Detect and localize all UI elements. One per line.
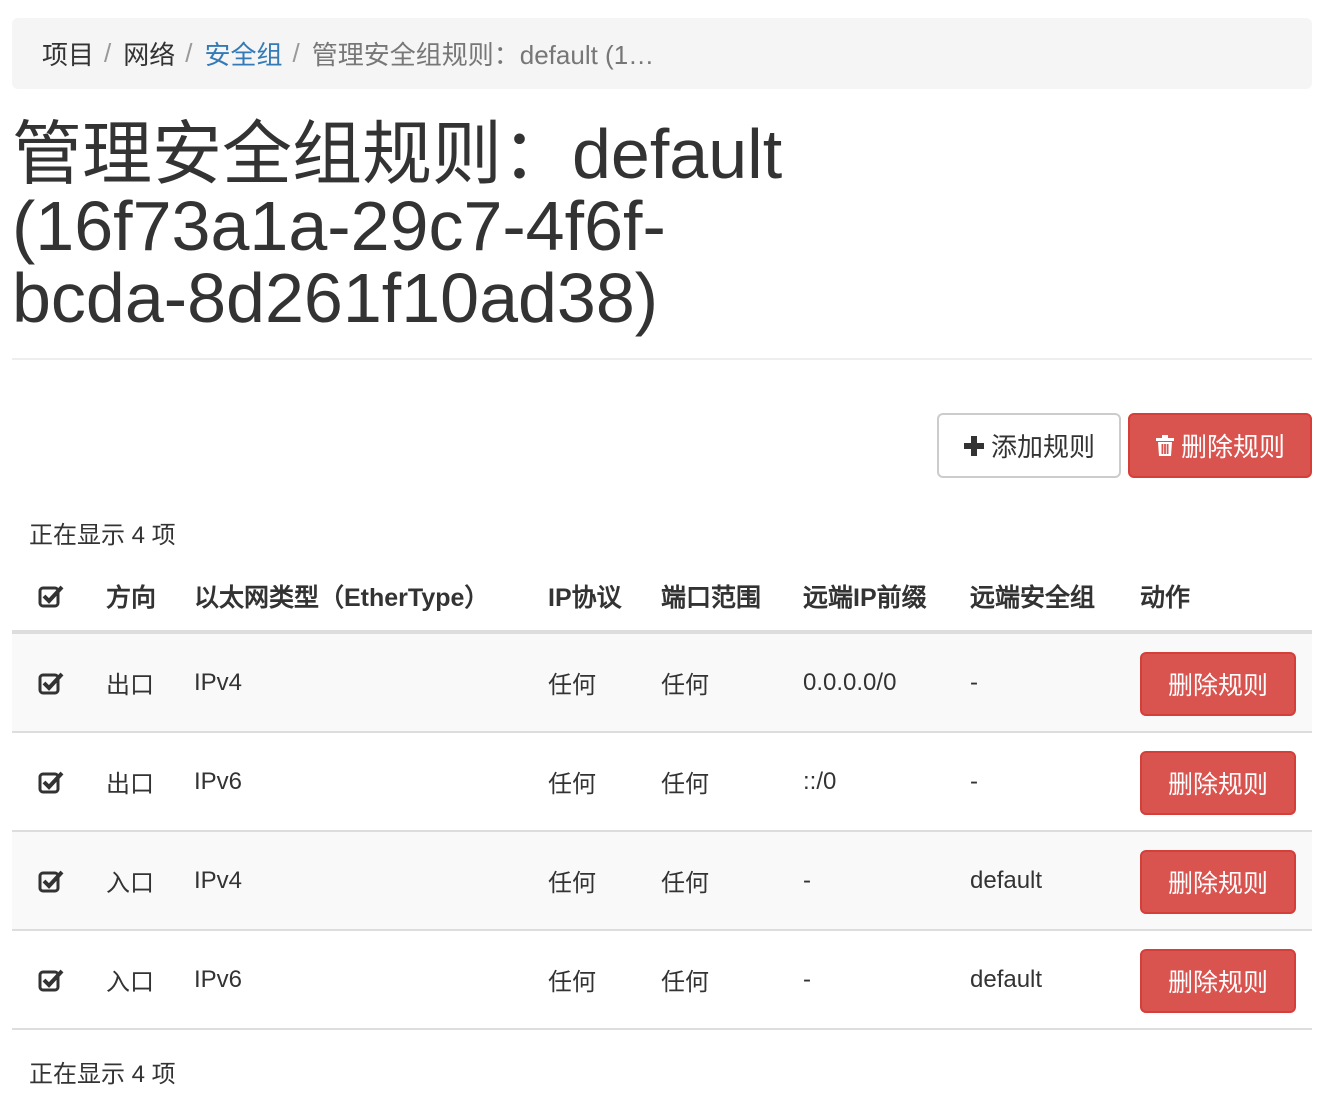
- cell-ethertype: IPv4: [194, 668, 243, 696]
- delete-rule-button[interactable]: 删除规则: [1140, 652, 1296, 716]
- breadcrumb-project[interactable]: 项目: [42, 35, 94, 72]
- cell-remote-security-group: -: [970, 668, 978, 696]
- cell-remote-ip-prefix: -: [803, 866, 811, 894]
- cell-ip-protocol: 任何: [548, 771, 596, 798]
- cell-remote-security-group: default: [970, 866, 1043, 894]
- row-checkbox[interactable]: [38, 931, 66, 1028]
- checked-checkbox-icon: [38, 969, 64, 991]
- col-port-range[interactable]: 端口范围: [661, 562, 761, 630]
- cell-port-range: 任何: [661, 870, 709, 897]
- cell-port-range: 任何: [661, 672, 709, 699]
- title-divider: [12, 358, 1312, 360]
- cell-port-range: 任何: [661, 771, 709, 798]
- delete-rules-label: 删除规则: [1180, 433, 1285, 463]
- cell-ip-protocol: 任何: [548, 969, 596, 996]
- col-remote-ip-prefix[interactable]: 远端IP前缀: [803, 562, 927, 630]
- item-count-bottom: 正在显示 4 项: [29, 1061, 176, 1088]
- cell-ethertype: IPv6: [194, 767, 243, 795]
- add-rule-button[interactable]: 添加规则: [937, 413, 1121, 478]
- cell-direction: 出口: [106, 672, 154, 699]
- cell-ethertype: IPv4: [194, 866, 243, 894]
- breadcrumb-current: 管理安全组规则：default (1…: [311, 40, 655, 70]
- item-count-top: 正在显示 4 项: [29, 522, 176, 549]
- row-checkbox[interactable]: [38, 832, 66, 929]
- cell-port-range: 任何: [661, 969, 709, 996]
- trash-icon: [1155, 434, 1175, 457]
- breadcrumb: 项目 / 网络 / 安全组 / 管理安全组规则：default (1…: [12, 18, 1312, 89]
- cell-direction: 入口: [106, 870, 154, 897]
- cell-direction: 出口: [106, 771, 154, 798]
- cell-remote-security-group: -: [970, 767, 978, 795]
- cell-remote-ip-prefix: 0.0.0.0/0: [803, 668, 897, 696]
- breadcrumb-network[interactable]: 网络: [123, 35, 175, 72]
- cell-ip-protocol: 任何: [548, 870, 596, 897]
- page-title-line2: (16f73a1a-29c7-4f6f-: [12, 187, 666, 265]
- delete-rule-button[interactable]: 删除规则: [1140, 949, 1296, 1013]
- col-ip-protocol[interactable]: IP协议: [548, 562, 622, 630]
- table-row: 出口 IPv4 任何 任何 0.0.0.0/0 - 删除规则: [12, 634, 1312, 733]
- checked-checkbox-icon: [38, 672, 64, 694]
- breadcrumb-security-groups-link[interactable]: 安全组: [205, 35, 283, 72]
- breadcrumb-separator: /: [292, 38, 300, 68]
- add-rule-label: 添加规则: [990, 433, 1095, 463]
- page-title-line3: bcda-8d261f10ad38): [12, 259, 659, 337]
- delete-rules-button[interactable]: 删除规则: [1128, 413, 1312, 478]
- cell-remote-ip-prefix: -: [803, 965, 811, 993]
- page-title-line1: 管理安全组规则：default: [12, 115, 783, 193]
- delete-rule-button[interactable]: 删除规则: [1140, 850, 1296, 914]
- col-actions: 动作: [1140, 584, 1191, 612]
- table-row: 入口 IPv4 任何 任何 - default 删除规则: [12, 832, 1312, 931]
- row-checkbox[interactable]: [38, 634, 66, 731]
- select-all-checkbox[interactable]: [38, 562, 66, 630]
- col-ethertype[interactable]: 以太网类型（EtherType）: [194, 562, 489, 630]
- cell-ethertype: IPv6: [194, 965, 243, 993]
- row-checkbox[interactable]: [38, 733, 66, 830]
- breadcrumb-separator: /: [104, 38, 112, 68]
- cell-remote-ip-prefix: ::/0: [803, 767, 837, 795]
- cell-ip-protocol: 任何: [548, 672, 596, 699]
- rules-table: 方向 以太网类型（EtherType） IP协议 端口范围 远端IP前缀 远端安…: [12, 562, 1312, 1030]
- cell-remote-security-group: default: [970, 965, 1043, 993]
- table-header: 方向 以太网类型（EtherType） IP协议 端口范围 远端IP前缀 远端安…: [12, 562, 1312, 634]
- cell-direction: 入口: [106, 969, 154, 996]
- col-remote-security-group[interactable]: 远端安全组: [970, 562, 1095, 630]
- col-direction[interactable]: 方向: [106, 562, 156, 630]
- checked-checkbox-icon: [38, 771, 64, 793]
- delete-rule-button[interactable]: 删除规则: [1140, 751, 1296, 815]
- checked-checkbox-icon: [38, 585, 64, 608]
- table-row: 出口 IPv6 任何 任何 ::/0 - 删除规则: [12, 733, 1312, 832]
- plus-icon: [963, 435, 985, 457]
- table-row: 入口 IPv6 任何 任何 - default 删除规则: [12, 931, 1312, 1030]
- checked-checkbox-icon: [38, 870, 64, 892]
- breadcrumb-separator: /: [185, 38, 193, 68]
- page-title: 管理安全组规则：default (16f73a1a-29c7-4f6f- bcd…: [12, 118, 1312, 334]
